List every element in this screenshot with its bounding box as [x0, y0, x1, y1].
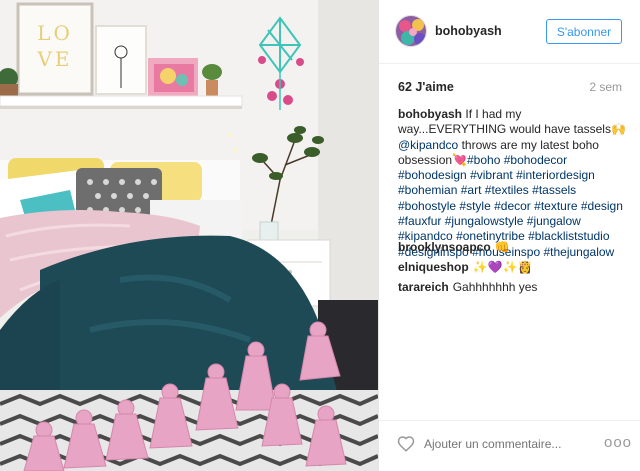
- post-sidebar: bohobyash S'abonner 62 J'aime 2 sem boho…: [378, 0, 640, 471]
- hashtag-link[interactable]: #decor: [494, 199, 531, 213]
- comment-text: 👊: [494, 240, 510, 254]
- comment-username[interactable]: tarareich: [398, 280, 449, 294]
- post-header: bohobyash S'abonner: [379, 0, 640, 64]
- hashtag-link[interactable]: #tassels: [532, 183, 576, 197]
- bedroom-photo-illustration: LO VE: [0, 0, 378, 471]
- post-photo[interactable]: LO VE: [0, 0, 378, 471]
- post-username[interactable]: bohobyash: [435, 24, 502, 38]
- svg-text:VE: VE: [36, 47, 72, 71]
- hashtag-link[interactable]: #fauxfur: [398, 214, 441, 228]
- hashtag-link[interactable]: #boho: [467, 153, 500, 167]
- comment-username[interactable]: elniqueshop: [398, 260, 469, 274]
- likes-count[interactable]: 62 J'aime: [398, 80, 454, 94]
- love-print-frame: LO VE: [16, 2, 94, 96]
- comment: elniqueshop ✨💜✨👸: [398, 260, 628, 275]
- comment: tarareich Gahhhhhhh yes: [398, 280, 628, 295]
- raised-hands-emoji: 🙌: [610, 122, 626, 137]
- hashtag-link[interactable]: #texture: [534, 199, 577, 213]
- hashtag-link[interactable]: #bohemian: [398, 183, 457, 197]
- follow-button[interactable]: S'abonner: [546, 19, 622, 44]
- caption-username[interactable]: bohobyash: [398, 107, 462, 121]
- hashtag-link[interactable]: #art: [461, 183, 482, 197]
- comment-username[interactable]: brooklynsoapco: [398, 240, 491, 254]
- hashtag-link[interactable]: #interiordesign: [516, 168, 595, 182]
- caption-mention[interactable]: @kipandco: [398, 138, 458, 152]
- hashtag-link[interactable]: #textiles: [485, 183, 529, 197]
- instagram-post: LO VE bohobyash S'abonner 62 J'aime 2 se…: [0, 0, 640, 471]
- love-text: LO: [37, 21, 73, 45]
- hashtag-link[interactable]: #bohodesign: [398, 168, 467, 182]
- hashtag-link[interactable]: #style: [459, 199, 490, 213]
- post-time[interactable]: 2 sem: [589, 80, 622, 94]
- heart-emoji: 💘: [452, 152, 467, 167]
- comment-text: ✨💜✨👸: [472, 260, 533, 274]
- hashtag-link[interactable]: #design: [581, 199, 623, 213]
- avatar[interactable]: [395, 15, 427, 47]
- avatar-image: [396, 16, 426, 46]
- comment: brooklynsoapco 👊: [398, 240, 628, 255]
- hashtag-link[interactable]: #bohodecor: [504, 153, 567, 167]
- comment-text: Gahhhhhhh yes: [452, 280, 538, 294]
- hashtag-link[interactable]: #jungalow: [527, 214, 581, 228]
- comment-bar: ooo: [379, 420, 640, 471]
- post-caption: bohobyash If I had my way...EVERYTHING w…: [398, 107, 628, 260]
- hashtag-link[interactable]: #vibrant: [470, 168, 513, 182]
- hashtag-link[interactable]: #bohostyle: [398, 199, 456, 213]
- hashtag-link[interactable]: #jungalowstyle: [445, 214, 524, 228]
- add-comment-input[interactable]: [424, 437, 584, 451]
- more-options-icon[interactable]: ooo: [604, 434, 632, 451]
- heart-outline-icon[interactable]: [397, 435, 415, 453]
